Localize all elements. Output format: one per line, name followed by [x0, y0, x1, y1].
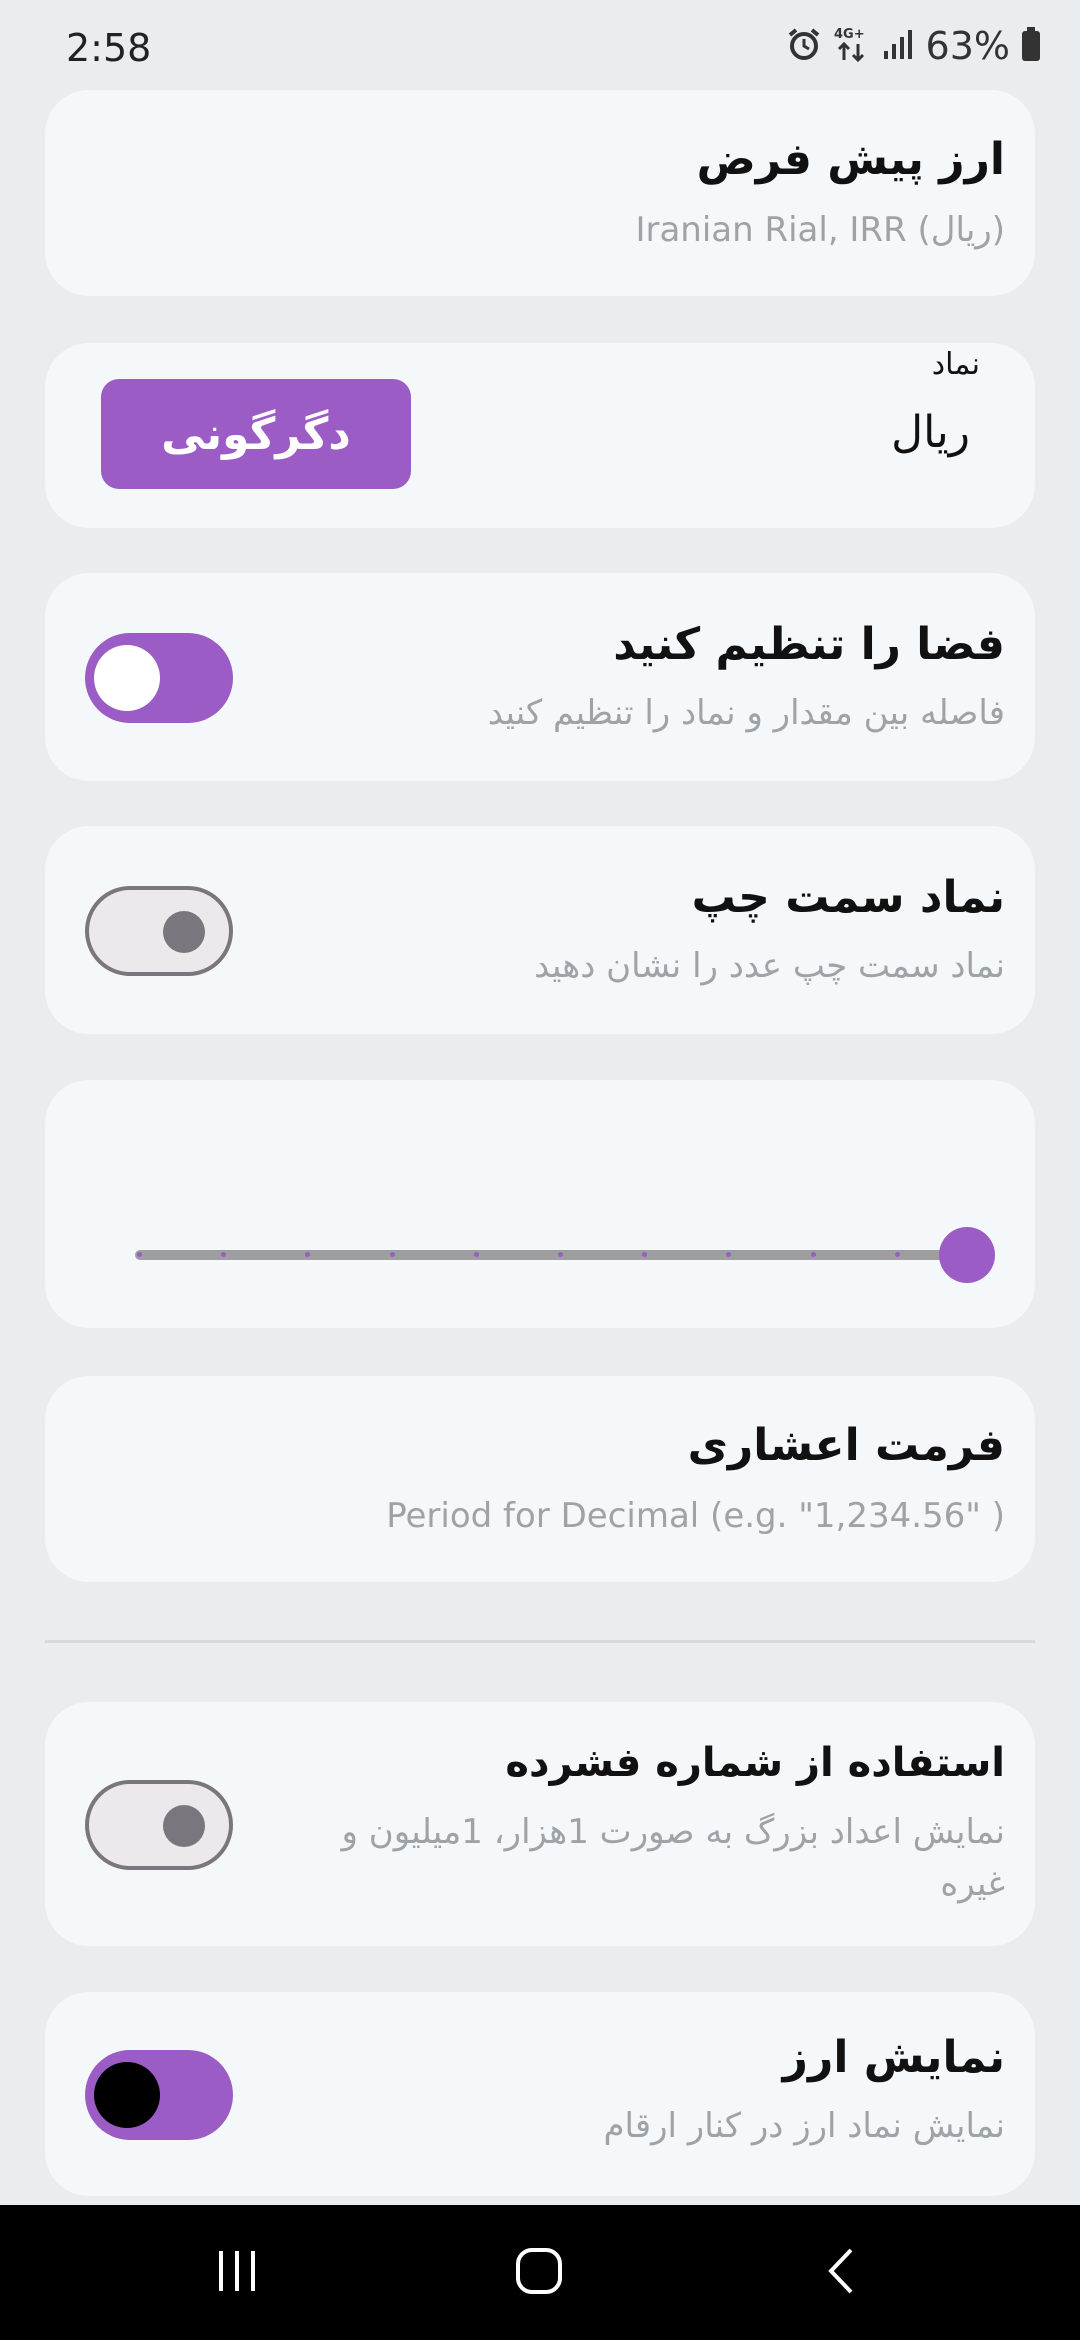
slider-tick [473, 1252, 479, 1257]
compact-number-toggle[interactable] [85, 1780, 233, 1870]
navigation-bar [0, 2205, 1080, 2340]
symbol-label: نماد [931, 347, 980, 382]
status-time: 2:58 [66, 26, 152, 70]
recents-icon [212, 2246, 262, 2300]
section-divider [45, 1640, 1035, 1643]
show-currency-toggle[interactable] [85, 2050, 233, 2140]
symbol-left-subtitle: نماد سمت چپ عدد را نشان دهید [534, 946, 1005, 986]
slider-tick [137, 1252, 142, 1257]
show-currency-title: نمایش ارز [782, 2032, 1005, 2083]
space-setting-card[interactable]: فضا را تنظیم کنید فاصله بین مقدار و نماد… [45, 573, 1035, 781]
decimal-slider[interactable] [135, 1224, 995, 1284]
recents-button[interactable] [157, 2205, 317, 2340]
default-currency-card[interactable]: ارز پیش فرض Iranian Rial, IRR (ریال) [45, 90, 1035, 296]
home-button[interactable] [459, 2205, 619, 2340]
slider-card [45, 1080, 1035, 1328]
alarm-icon [786, 26, 822, 66]
battery-icon [1020, 26, 1042, 66]
signal-icon [882, 27, 916, 65]
home-icon [514, 2246, 564, 2300]
slider-tick [558, 1252, 563, 1257]
space-setting-toggle[interactable] [85, 633, 233, 723]
svg-text:4G+: 4G+ [834, 27, 865, 42]
compact-number-card[interactable]: استفاده از شماره فشرده نمایش اعداد بزرگ … [45, 1702, 1035, 1946]
default-currency-value: Iranian Rial, IRR (ریال) [635, 210, 1005, 250]
status-bar: 2:58 4G+ 63% [0, 0, 1080, 96]
network-4g-icon: 4G+ [832, 24, 872, 68]
battery-percent: 63% [925, 24, 1010, 68]
show-currency-card[interactable]: نمایش ارز نمایش نماد ارز در کنار ارقام [45, 1992, 1035, 2196]
space-setting-title: فضا را تنظیم کنید [613, 619, 1005, 670]
slider-tick [389, 1252, 395, 1257]
slider-tick [810, 1252, 816, 1257]
show-currency-subtitle: نمایش نماد ارز در کنار ارقام [603, 2106, 1005, 2146]
default-currency-title: ارز پیش فرض [696, 134, 1005, 185]
status-icons: 4G+ 63% [786, 24, 1042, 68]
space-setting-subtitle: فاصله بین مقدار و نماد را تنظیم کنید [487, 693, 1005, 733]
symbol-value: ریال [891, 407, 970, 458]
compact-number-title: استفاده از شماره فشرده [505, 1740, 1005, 1786]
symbol-left-toggle[interactable] [85, 886, 233, 976]
decimal-format-title: فرمت اعشاری [687, 1420, 1005, 1471]
decimal-format-subtitle: Period for Decimal (e.g. "1,234.56" ) [386, 1496, 1005, 1536]
compact-number-subtitle: نمایش اعداد بزرگ به صورت 1هزار، 1میلیون … [341, 1812, 1006, 1904]
symbol-card: نماد ریال دگرگونی [45, 343, 1035, 528]
decimal-format-card[interactable]: فرمت اعشاری Period for Decimal (e.g. "1,… [45, 1376, 1035, 1582]
symbol-left-title: نماد سمت چپ [691, 872, 1005, 923]
change-symbol-button[interactable]: دگرگونی [101, 379, 411, 489]
back-icon [817, 2246, 867, 2300]
slider-thumb[interactable] [939, 1227, 995, 1283]
slider-tick [894, 1252, 900, 1257]
symbol-left-card[interactable]: نماد سمت چپ نماد سمت چپ عدد را نشان دهید [45, 826, 1035, 1034]
back-button[interactable] [762, 2205, 922, 2340]
